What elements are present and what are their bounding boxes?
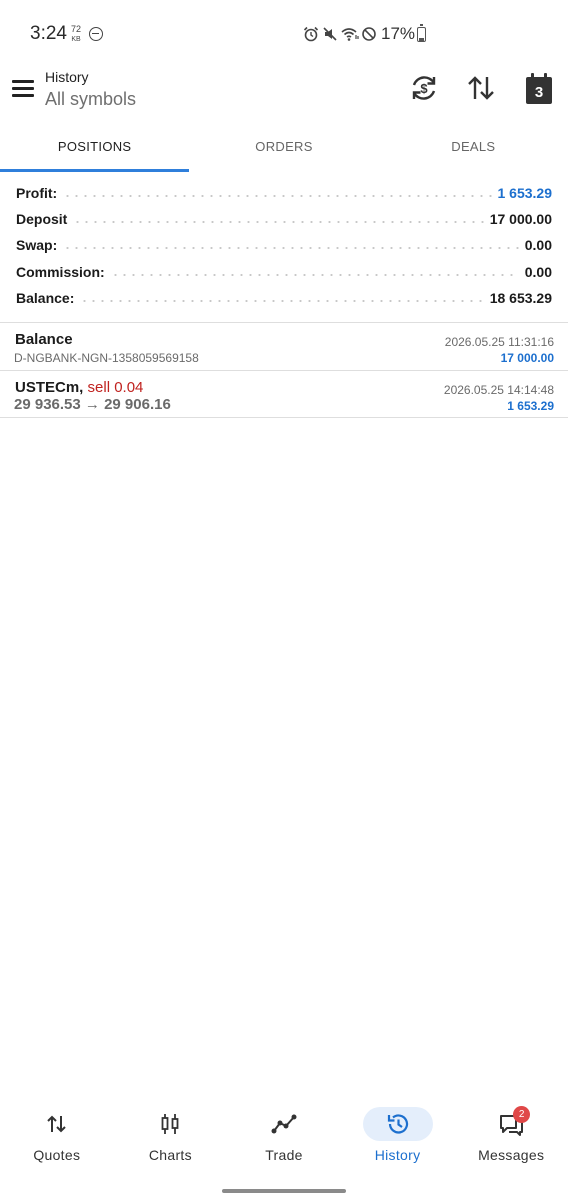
deal-time: 2026.05.25 14:14:48 [443,383,554,397]
nav-label: Quotes [33,1147,81,1163]
dotted-leader [73,221,484,224]
summary-value-balance: 18 653.29 [483,289,552,306]
status-bar: 3:24 72 KB 17% [0,0,568,66]
nav-label: Messages [478,1147,545,1163]
summary-label: Commission: [16,263,111,280]
summary-label: Profit: [16,185,64,202]
mute-icon [323,27,337,41]
summary-row-commission: Commission: 0.00 [0,259,568,285]
no-signal-icon [362,27,376,41]
summary-label: Swap: [16,237,64,254]
deal-side: sell 0.04 [87,379,144,396]
divider [0,322,568,323]
status-time: 3:24 [30,23,67,44]
battery-percent: 17% [381,24,416,43]
summary-value-profit: 1 653.29 [491,185,552,202]
page-title: History [45,69,89,85]
list-item[interactable]: Balance D-NGBANK-NGN-1358059569158 2026.… [0,324,568,371]
alarm-icon [303,26,319,42]
divider [0,370,568,371]
wifi-icon [341,28,359,41]
battery-icon [417,24,426,42]
summary-row-balance: Balance: 18 653.29 [0,285,568,311]
menu-icon[interactable] [12,80,34,98]
summary-label: Balance: [16,289,81,306]
calendar-day: 3 [534,84,544,101]
nav-trade[interactable]: Trade [227,1100,341,1170]
app-toolbar: History All symbols $ 3 [0,66,568,118]
nav-quotes[interactable]: Quotes [0,1100,114,1170]
nav-history[interactable]: History [341,1100,455,1170]
tab-deals[interactable]: DEALS [379,124,568,172]
deal-name: Balance [15,331,73,348]
history-tabs: POSITIONS ORDERS DEALS [0,124,568,172]
summary-value-deposit: 17 000.00 [483,211,552,228]
nav-label: History [374,1147,421,1163]
tab-positions[interactable]: POSITIONS [0,124,190,172]
trade-icon [271,1114,297,1134]
dotted-leader [63,195,492,198]
divider [0,417,568,418]
bottom-navigation: Quotes Charts Trade History 2 Messages [0,1100,568,1170]
symbol-filter[interactable]: All symbols [45,89,136,110]
dotted-leader [110,273,519,276]
summary-label: Deposit [16,211,74,228]
gesture-bar[interactable] [222,1189,346,1193]
history-icon [387,1114,408,1134]
svg-text:$: $ [420,81,428,96]
summary-row-swap: Swap: 0.00 [0,232,568,258]
list-item[interactable]: USTECm, sell 0.04 29 936.53 → 29 906.16 … [0,372,568,419]
summary-row-profit: Profit: 1 653.29 [0,180,568,206]
deal-prices: 29 936.53 → 29 906.16 [14,396,171,413]
currency-refresh-icon[interactable]: $ [408,72,440,104]
summary-value-commission: 0.00 [518,263,552,280]
data-rate: 72 KB [70,25,82,44]
sort-icon[interactable] [465,72,497,104]
dotted-leader [80,299,484,302]
account-summary: Profit: 1 653.29 Deposit 17 000.00 Swap:… [0,180,568,311]
do-not-disturb-icon [89,27,103,41]
charts-icon [161,1114,179,1134]
deal-symbol-name: USTECm, [15,379,84,396]
tab-orders[interactable]: ORDERS [189,124,378,172]
deal-amount: 17 000.00 [500,351,554,365]
deal-comment: D-NGBANK-NGN-1358059569158 [14,351,199,365]
deal-amount: 1 653.29 [507,399,554,413]
nav-label: Trade [265,1147,303,1163]
quotes-icon [47,1115,66,1133]
summary-value-swap: 0.00 [518,237,552,254]
calendar-icon[interactable]: 3 [522,70,556,106]
deal-time: 2026.05.25 11:31:16 [444,335,554,349]
data-rate-unit: KB [71,36,81,43]
dotted-leader [63,247,519,250]
summary-row-deposit: Deposit 17 000.00 [0,206,568,232]
nav-charts[interactable]: Charts [114,1100,228,1170]
nav-label: Charts [148,1147,192,1163]
data-rate-value: 72 [70,24,81,34]
nav-messages[interactable]: 2 Messages [454,1100,568,1170]
deal-symbol: USTECm, sell 0.04 [15,379,143,396]
